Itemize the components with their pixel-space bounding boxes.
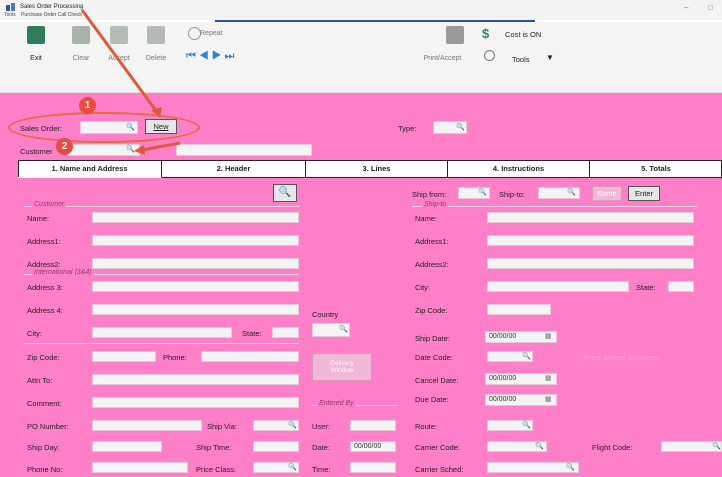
step-1-marker: 1 — [79, 97, 96, 114]
step-2-marker: 2 — [56, 138, 73, 155]
annotation-arrows — [80, 9, 181, 155]
